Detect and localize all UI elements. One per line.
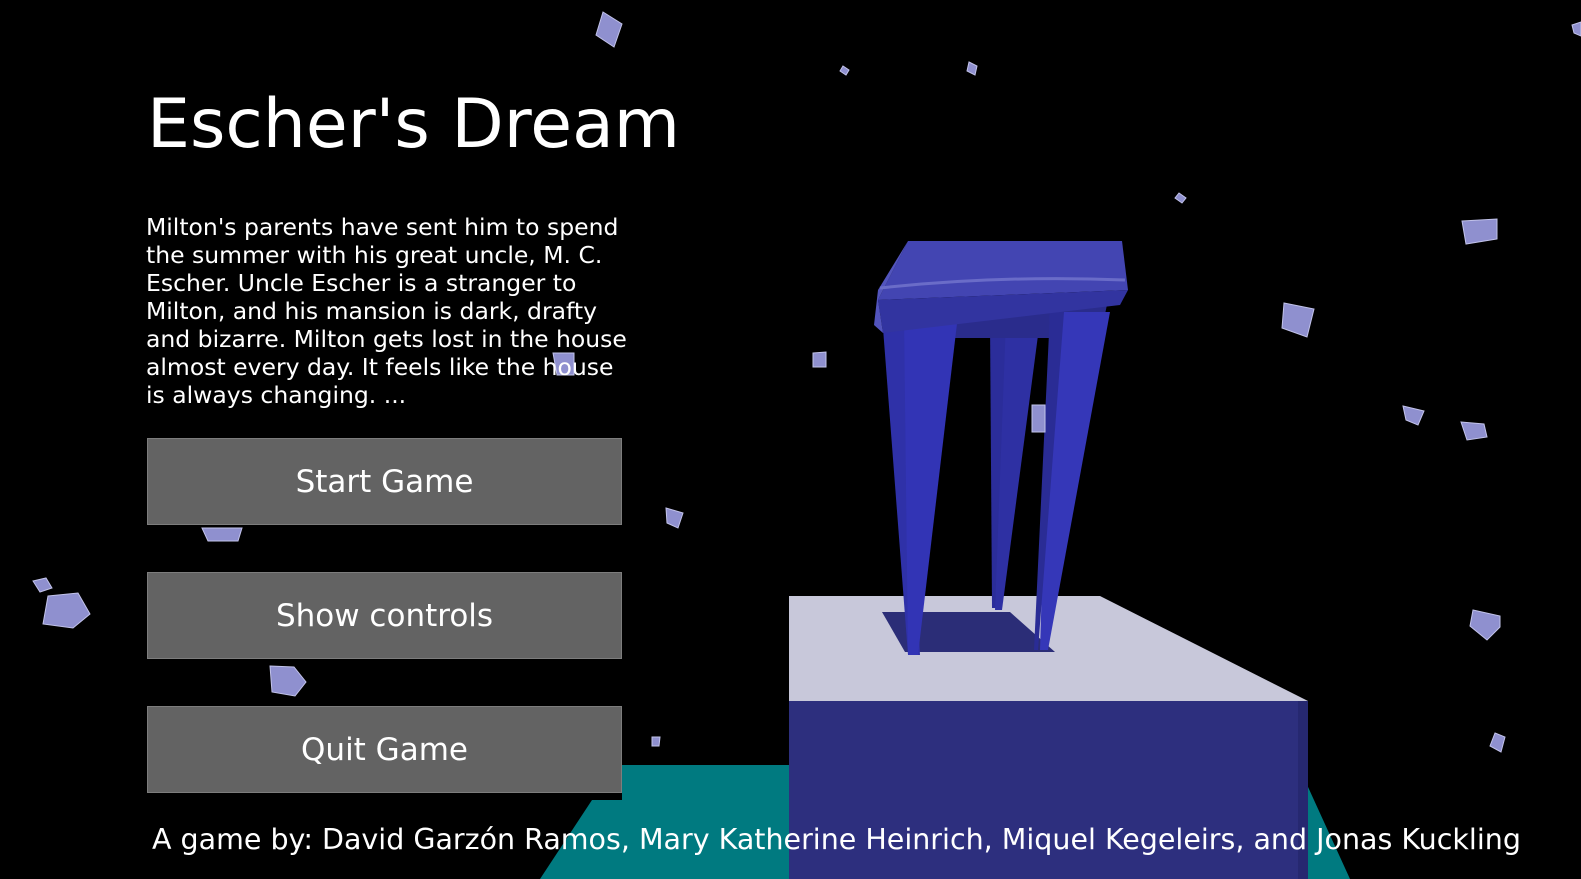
show-controls-button[interactable]: Show controls: [147, 572, 622, 659]
story-intro: Milton's parents have sent him to spend …: [146, 213, 627, 409]
start-game-button[interactable]: Start Game: [147, 438, 622, 525]
quit-game-button[interactable]: Quit Game: [147, 706, 622, 793]
game-title: Escher's Dream: [147, 85, 680, 164]
floating-stool: [874, 241, 1128, 655]
credits-line: A game by: David Garzón Ramos, Mary Kath…: [152, 823, 1521, 856]
